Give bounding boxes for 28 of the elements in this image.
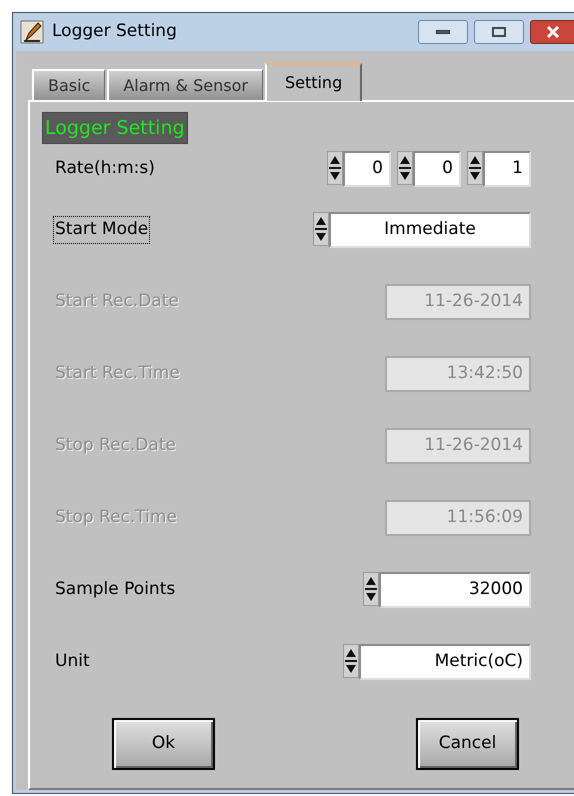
dialog-button[interactable]: Cancel (416, 718, 519, 770)
pencil-icon (20, 20, 44, 44)
tab[interactable]: Setting (264, 63, 362, 101)
spinner-arrows[interactable] (343, 644, 359, 678)
minimize-button[interactable] (418, 20, 468, 44)
window-title: Logger Setting (52, 20, 177, 44)
input-field[interactable]: Metric(oC) (359, 644, 531, 680)
input-field[interactable]: 32000 (379, 572, 531, 608)
spinner-arrows[interactable] (397, 151, 413, 185)
input-field[interactable]: 0 (413, 151, 461, 187)
input-field[interactable]: Immediate (329, 212, 531, 248)
field-label: Unit (54, 650, 91, 674)
tab[interactable]: Basic (32, 69, 106, 101)
close-button[interactable] (530, 20, 574, 44)
spinner-arrows[interactable] (467, 151, 483, 185)
maximize-button[interactable] (474, 20, 524, 44)
input-field[interactable]: 1 (483, 151, 531, 187)
field-label: Sample Points (54, 578, 176, 602)
spinner-arrows[interactable] (313, 212, 329, 246)
close-icon (546, 26, 560, 38)
field-label: Rate(h:m:s) (54, 157, 156, 180)
dialog-button[interactable]: Ok (112, 718, 215, 770)
input-field[interactable]: 0 (343, 151, 391, 187)
spinner-arrows[interactable] (363, 572, 379, 606)
spinner-arrows[interactable] (327, 151, 343, 185)
tab[interactable]: Alarm & Sensor (107, 69, 263, 101)
field-label: Start Mode (54, 217, 150, 243)
section-label: Logger Setting (42, 112, 188, 144)
